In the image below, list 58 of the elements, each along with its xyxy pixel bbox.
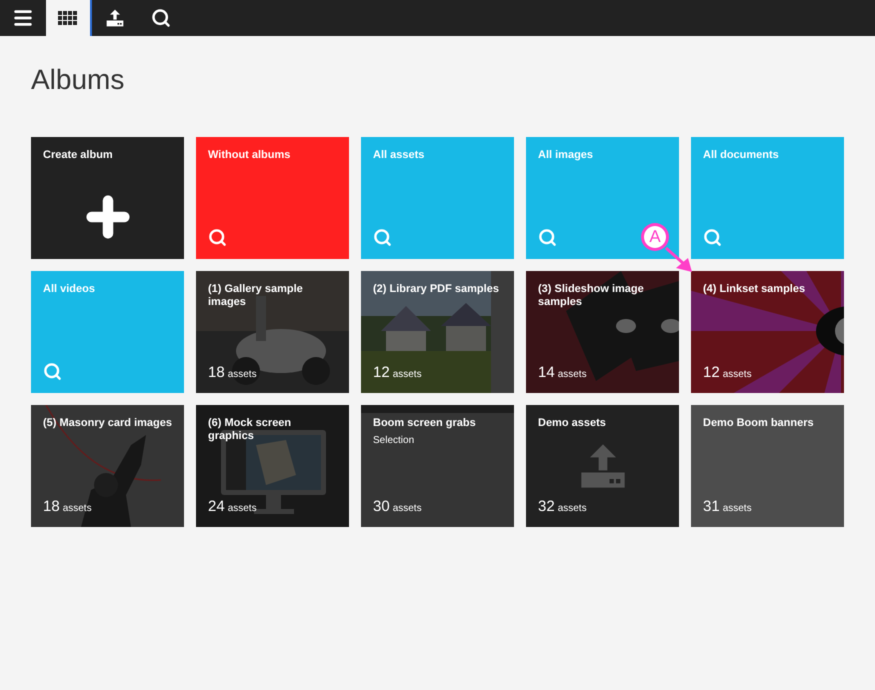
- asset-unit: assets: [228, 503, 257, 515]
- tile-title: Create album: [43, 149, 114, 162]
- tile-title: (3) Slideshow image samples: [538, 283, 645, 309]
- asset-unit: assets: [558, 369, 587, 381]
- asset-count: 30: [373, 499, 390, 515]
- tile-title: All documents: [703, 149, 780, 162]
- tile-title: Demo assets: [538, 417, 607, 430]
- asset-unit: assets: [558, 503, 587, 515]
- album-tile[interactable]: Demo assets 32 assets: [526, 405, 679, 527]
- tile-subtitle: Selection: [373, 435, 416, 447]
- asset-unit: assets: [62, 503, 92, 515]
- asset-count: 12: [373, 365, 390, 381]
- album-tile[interactable]: Create album: [31, 137, 184, 259]
- annotation-arrow: [664, 246, 694, 274]
- grid-icon: [58, 11, 78, 25]
- tile-title: (5) Masonry card images: [43, 417, 172, 430]
- tile-title: All videos: [43, 283, 96, 296]
- asset-count: 31: [703, 499, 720, 515]
- asset-unit: assets: [392, 369, 422, 381]
- search-icon: [208, 228, 227, 247]
- asset-count: 12: [703, 365, 720, 381]
- asset-unit: assets: [722, 503, 752, 515]
- menu-icon: [12, 7, 34, 29]
- album-tile[interactable]: (6) Mock screen graphics 24 assets: [196, 405, 349, 527]
- asset-unit: assets: [722, 369, 752, 381]
- search-icon: [151, 8, 171, 28]
- album-tile[interactable]: (2) Library PDF samples 12 assets: [361, 271, 514, 393]
- asset-count: 24: [208, 499, 225, 515]
- tile-title: (1) Gallery sample images: [208, 283, 304, 309]
- tile-title: All assets: [373, 149, 426, 162]
- search-icon: [373, 228, 392, 247]
- tile-title: (2) Library PDF samples: [373, 283, 500, 296]
- tile-title: Without albums: [208, 149, 292, 162]
- tile-title: Demo Boom banners: [703, 417, 815, 430]
- album-tile[interactable]: (4) Linkset samples 12 assets: [691, 271, 844, 393]
- upload-icon: [105, 8, 125, 28]
- asset-count: 14: [538, 365, 555, 381]
- asset-unit: assets: [228, 369, 257, 381]
- tile-title: (4) Linkset samples: [703, 283, 806, 296]
- album-tile[interactable]: Without albums: [196, 137, 349, 259]
- asset-unit: assets: [392, 503, 422, 515]
- search-icon: [43, 362, 62, 381]
- tile-title: Boom screen grabs: [373, 417, 477, 430]
- asset-count: 32: [538, 499, 555, 515]
- album-tile[interactable]: Boom screen grabs Selection 30 assets: [361, 405, 514, 527]
- tile-title: All images: [538, 149, 594, 162]
- asset-count: 18: [208, 365, 225, 381]
- search-icon: [538, 228, 557, 247]
- album-tile[interactable]: (1) Gallery sample images 18 assets: [196, 271, 349, 393]
- album-tile[interactable]: (3) Slideshow image samples 14 assets: [526, 271, 679, 393]
- album-tile[interactable]: Demo Boom banners 31 assets: [691, 405, 844, 527]
- search-icon: [703, 228, 722, 247]
- page-title: Albums: [31, 63, 126, 97]
- tile-title: (6) Mock screen graphics: [208, 417, 292, 443]
- album-tile[interactable]: (5) Masonry card images 18 assets: [31, 405, 184, 527]
- toolbar-tab[interactable]: [46, 0, 92, 36]
- annotation-label: A: [644, 226, 666, 248]
- asset-count: 18: [43, 499, 60, 515]
